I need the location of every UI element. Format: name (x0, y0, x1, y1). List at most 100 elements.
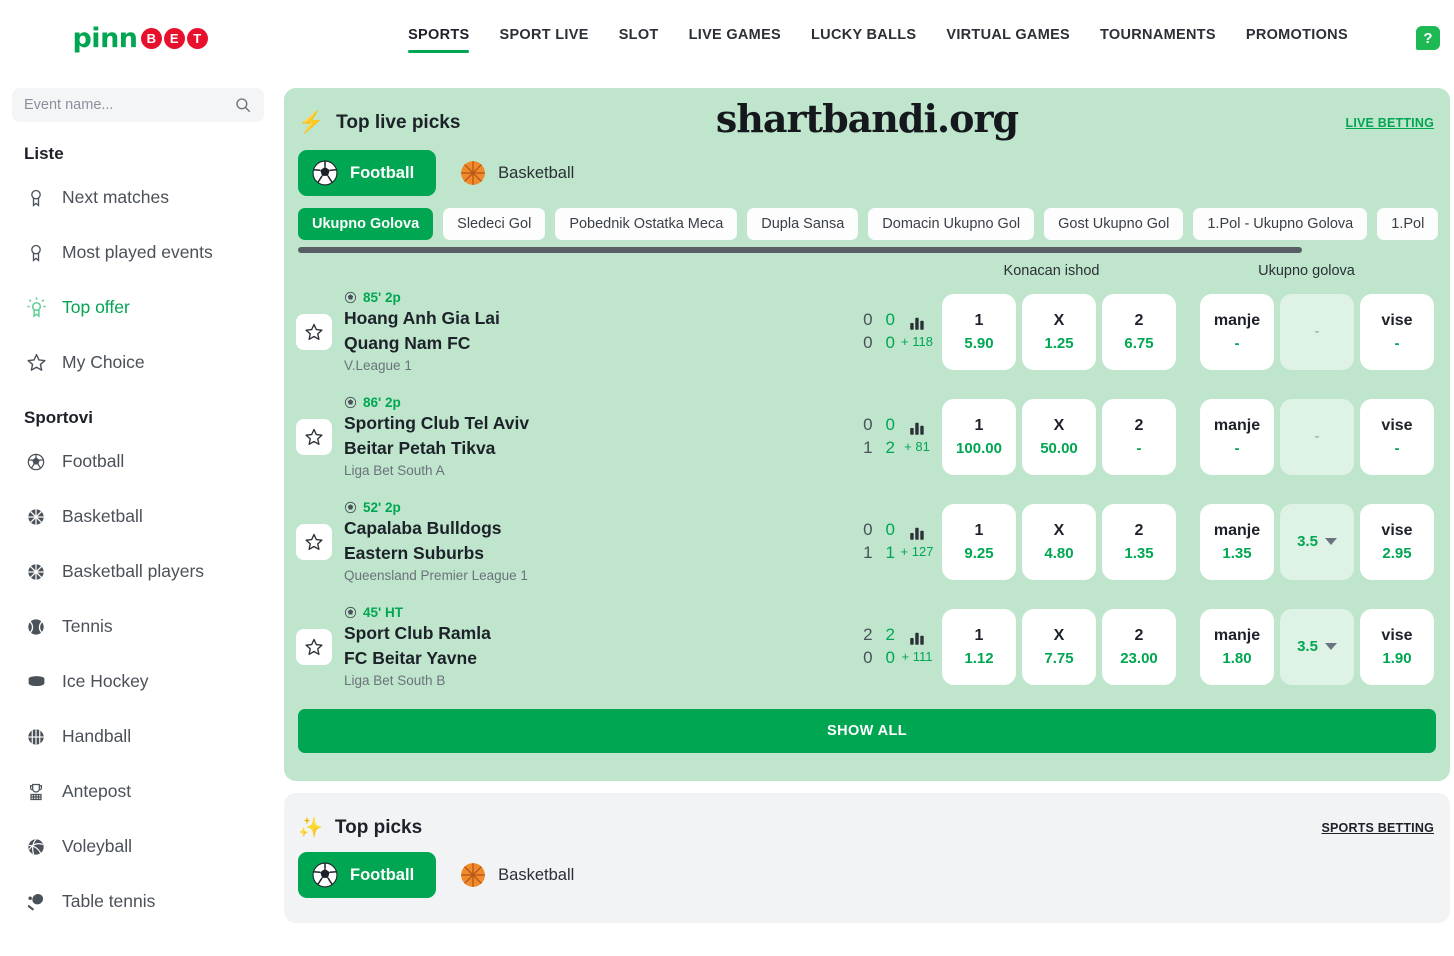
nav-item-sport-live[interactable]: SPORT LIVE (499, 23, 588, 53)
chip-gost-ukupno-gol[interactable]: Gost Ukupno Gol (1044, 208, 1184, 240)
away-team-name: Eastern Suburbs (344, 542, 485, 563)
column-header-konacan-ishod: Konacan ishod (1003, 263, 1100, 279)
live-betting-link[interactable]: LIVE BETTING (1345, 116, 1434, 130)
odd-button-2[interactable]: 2 - (1102, 398, 1176, 475)
match-info[interactable]: 52' 2p Capalaba Bulldogs Eastern Suburbs… (344, 500, 804, 582)
odd-value: 4.80 (1044, 544, 1074, 562)
sidebar-heading-liste: Liste (24, 144, 64, 163)
picks-sport-tab-basketball[interactable]: Basketball (446, 852, 596, 898)
chip-1pol-ukupno-golova[interactable]: 1.Pol - Ukupno Golova (1193, 208, 1368, 240)
odd-button-2[interactable]: 2 23.00 (1102, 608, 1176, 685)
top-live-picks-card: ⚡ Top live picks shartbandi.org LIVE BET… (284, 88, 1450, 781)
sidebar-item-table-tennis[interactable]: Table tennis (12, 874, 264, 929)
odd-button-under[interactable]: manje - (1200, 293, 1274, 370)
live-section-header: ⚡ Top live picks shartbandi.org LIVE BET… (284, 88, 1450, 141)
nav-item-live-games[interactable]: LIVE GAMES (689, 23, 781, 53)
sidebar-item-tennis[interactable]: Tennis (12, 599, 264, 654)
sidebar-item-label: Voleyball (62, 836, 133, 856)
sidebar-item-voleyball[interactable]: Voleyball (12, 819, 264, 874)
sidebar-item-most-played-events[interactable]: Most played events (12, 225, 264, 280)
favorite-star-button[interactable] (296, 313, 332, 350)
picks-section-header: ✨ Top picks SPORTS BETTING (284, 793, 1450, 840)
total-line-selector[interactable]: - (1280, 293, 1354, 370)
favorite-star-button[interactable] (296, 523, 332, 560)
odd-button-1[interactable]: 1 100.00 (942, 398, 1016, 475)
odd-button-over[interactable]: vise - (1360, 398, 1434, 475)
odd-label: 2 (1134, 521, 1144, 539)
chip-1pol[interactable]: 1.Pol (1377, 208, 1439, 240)
odd-button-1[interactable]: 1 9.25 (942, 503, 1016, 580)
match-time-row: 52' 2p (344, 500, 804, 515)
sidebar-item-top-offer[interactable]: Top offer (12, 280, 264, 335)
odd-button-over[interactable]: vise 1.90 (1360, 608, 1434, 685)
picks-sport-tab-football[interactable]: Football (298, 852, 437, 898)
match-info[interactable]: 45' HT Sport Club Ramla FC Beitar Yavne … (344, 605, 804, 687)
odd-button-over[interactable]: vise 2.95 (1360, 503, 1434, 580)
help-icon[interactable]: ? (1416, 26, 1440, 50)
live-sport-tab-basketball[interactable]: Basketball (446, 150, 596, 196)
odds-group-total: manje - - vise - (1200, 293, 1434, 370)
sidebar-item-handball[interactable]: Handball (12, 709, 264, 764)
nav-item-tournaments[interactable]: TOURNAMENTS (1100, 23, 1216, 53)
odd-button-x[interactable]: X 4.80 (1022, 503, 1096, 580)
odd-button-under[interactable]: manje - (1200, 398, 1274, 475)
chip-dupla-sansa[interactable]: Dupla Sansa (747, 208, 859, 240)
total-line-selector[interactable]: - (1280, 398, 1354, 475)
search-box[interactable] (12, 88, 264, 122)
sports-betting-link[interactable]: SPORTS BETTING (1321, 821, 1434, 835)
total-line-selector[interactable]: 3.5 (1280, 503, 1354, 580)
card-bottom-spacer (284, 753, 1450, 781)
sidebar-item-my-choice[interactable]: My Choice (12, 335, 264, 390)
favorite-star-button[interactable] (296, 418, 332, 455)
odd-button-1[interactable]: 1 5.90 (942, 293, 1016, 370)
match-info[interactable]: 86' 2p Sporting Club Tel Aviv Beitar Pet… (344, 395, 804, 477)
chip-pobednik-ostatka-meca[interactable]: Pobednik Ostatka Meca (555, 208, 738, 240)
match-info[interactable]: 85' 2p Hoang Anh Gia Lai Quang Nam FC V.… (344, 290, 804, 372)
star-icon (305, 428, 323, 445)
sidebar-divider-gap (12, 390, 264, 408)
live-sport-tab-football[interactable]: Football (298, 150, 437, 196)
score-block: 0 0 0 0 + 118 (863, 310, 933, 353)
table-row: 45' HT Sport Club Ramla FC Beitar Yavne … (284, 594, 1450, 699)
chip-domacin-ukupno-gol[interactable]: Domacin Ukupno Gol (868, 208, 1035, 240)
odd-label: 2 (1134, 416, 1144, 434)
statistics-button[interactable]: + 127 (901, 524, 933, 559)
chips-scrollbar[interactable] (298, 247, 1302, 253)
odd-button-2[interactable]: 2 6.75 (1102, 293, 1176, 370)
brand-logo[interactable]: pinn B E T (0, 23, 280, 54)
odd-value: - (1394, 439, 1400, 457)
chip-ukupno-golova[interactable]: Ukupno Golova (298, 208, 434, 240)
favorite-star-button[interactable] (296, 628, 332, 665)
total-line-selector[interactable]: 3.5 (1280, 608, 1354, 685)
table-row: 52' 2p Capalaba Bulldogs Eastern Suburbs… (284, 489, 1450, 594)
statistics-button[interactable]: + 81 (904, 419, 930, 454)
show-all-button[interactable]: SHOW ALL (298, 709, 1436, 753)
nav-item-slot[interactable]: SLOT (619, 23, 659, 53)
odd-button-x[interactable]: X 7.75 (1022, 608, 1096, 685)
statistics-button[interactable]: + 111 (902, 629, 932, 664)
sidebar-item-ice-hockey[interactable]: Ice Hockey (12, 654, 264, 709)
sidebar-item-antepost[interactable]: Antepost (12, 764, 264, 819)
odd-button-x[interactable]: X 50.00 (1022, 398, 1096, 475)
chip-sledeci-gol[interactable]: Sledeci Gol (443, 208, 546, 240)
nav-item-virtual-games[interactable]: VIRTUAL GAMES (946, 23, 1070, 53)
sidebar-item-label: Basketball players (62, 561, 205, 581)
nav-item-sports[interactable]: SPORTS (408, 23, 470, 53)
sidebar-item-football[interactable]: Football (12, 434, 264, 489)
nav-item-lucky-balls[interactable]: LUCKY BALLS (811, 23, 916, 53)
sidebar-item-next-matches[interactable]: Next matches (12, 170, 264, 225)
sidebar-item-basketball-players[interactable]: Basketball players (12, 544, 264, 599)
odd-button-over[interactable]: vise - (1360, 293, 1434, 370)
odd-button-2[interactable]: 2 1.35 (1102, 503, 1176, 580)
nav-item-promotions[interactable]: PROMOTIONS (1246, 23, 1348, 53)
odd-button-under[interactable]: manje 1.80 (1200, 608, 1274, 685)
home-ht-score: 0 (863, 415, 873, 434)
statistics-button[interactable]: + 118 (901, 314, 933, 349)
odd-value: 100.00 (956, 439, 1002, 457)
sidebar-item-basketball[interactable]: Basketball (12, 489, 264, 544)
soccer-ball-icon (24, 450, 48, 474)
odd-button-x[interactable]: X 1.25 (1022, 293, 1096, 370)
odd-button-under[interactable]: manje 1.35 (1200, 503, 1274, 580)
odd-button-1[interactable]: 1 1.12 (942, 608, 1016, 685)
search-input[interactable] (24, 97, 234, 113)
